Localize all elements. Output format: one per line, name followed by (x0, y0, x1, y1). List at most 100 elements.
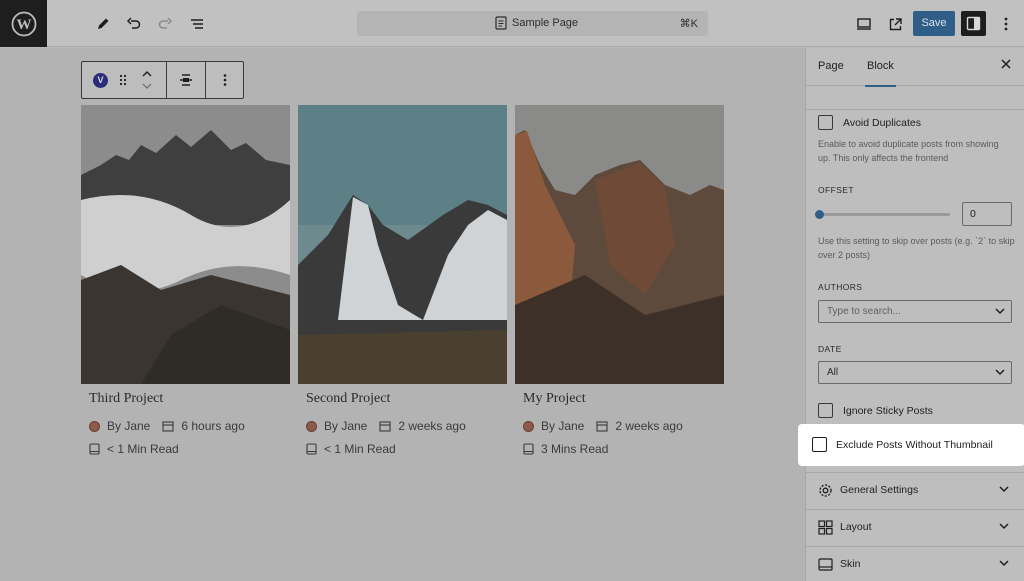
exclude-no-thumbnail-label: Exclude Posts Without Thumbnail (836, 439, 993, 451)
desktop-icon (857, 18, 871, 30)
preview-button[interactable] (851, 11, 877, 37)
book-icon (306, 443, 317, 455)
offset-help: Use this setting to skip over posts (e.g… (818, 236, 1015, 260)
post-date: 2 weeks ago (615, 419, 683, 433)
ignore-sticky-checkbox[interactable] (818, 403, 833, 418)
settings-sidebar: Page Block Avoid Duplicates Enable to av… (798, 48, 1024, 581)
drag-handle-icon[interactable] (119, 74, 127, 86)
block-type-badge[interactable]: V (93, 72, 108, 88)
chevron-down-icon (995, 369, 1005, 376)
post-thumbnail (298, 105, 507, 384)
post-author[interactable]: By Jane (324, 419, 367, 433)
panel-label: General Settings (840, 484, 919, 496)
post-author[interactable]: By Jane (107, 419, 150, 433)
more-vertical-icon (1004, 17, 1008, 31)
ignore-sticky-label: Ignore Sticky Posts (843, 405, 933, 417)
post-date: 2 weeks ago (398, 419, 466, 433)
exclude-thumbnail-option[interactable]: Exclude Posts Without Thumbnail (798, 424, 1024, 466)
align-button[interactable] (167, 62, 206, 98)
more-vertical-icon (223, 74, 226, 86)
skin-icon (818, 558, 833, 571)
document-title: Sample Page (512, 17, 579, 29)
post-read-row: < 1 Min Read (89, 442, 179, 456)
panel-skin[interactable]: Skin (806, 546, 1024, 581)
book-icon (523, 443, 534, 455)
page-icon (495, 16, 507, 30)
settings-sidebar-toggle[interactable] (961, 11, 986, 36)
authors-placeholder: Type to search... (827, 306, 901, 317)
redo-icon (158, 17, 173, 29)
post-title[interactable]: Second Project (306, 391, 390, 407)
block-options-button[interactable] (206, 62, 243, 98)
post-card[interactable]: Third Project By Jane 6 hours ago < 1 Mi… (81, 105, 290, 456)
avatar (89, 420, 100, 432)
exclude-no-thumbnail-checkbox[interactable] (812, 437, 827, 452)
post-author-row: By Jane 6 hours ago (89, 419, 245, 433)
editor-canvas: V Third Project By Jane 6 hours ago < 1 … (0, 48, 805, 581)
tab-page[interactable]: Page (818, 60, 844, 72)
close-sidebar-button[interactable] (1001, 57, 1011, 72)
document-overview-button[interactable] (184, 11, 210, 37)
offset-input[interactable]: 0 (962, 202, 1012, 226)
date-label: DATE (818, 344, 842, 354)
external-link-icon (889, 17, 902, 30)
undo-icon (126, 17, 141, 29)
chevron-down-icon (999, 486, 1009, 493)
sidebar-icon (966, 16, 981, 31)
document-title-bar[interactable]: Sample Page ⌘K (357, 11, 708, 36)
undo-button[interactable] (121, 11, 147, 37)
offset-slider-handle[interactable] (815, 210, 824, 219)
chevron-down-icon (995, 308, 1005, 315)
post-read-row: 3 Mins Read (523, 442, 608, 456)
panel-general-settings[interactable]: General Settings (806, 472, 1024, 509)
options-menu-button[interactable] (993, 11, 1019, 37)
command-shortcut: ⌘K (679, 18, 698, 30)
avatar (523, 420, 534, 432)
panel-layout[interactable]: Layout (806, 509, 1024, 546)
section-divider (806, 109, 1024, 110)
post-read-time: < 1 Min Read (324, 442, 396, 456)
pen-icon (98, 18, 109, 29)
tools-pen-button[interactable] (90, 11, 116, 37)
align-center-icon (180, 74, 192, 86)
avoid-duplicates-help: Enable to avoid duplicate posts from sho… (818, 139, 999, 163)
panel-label: Skin (840, 558, 861, 570)
panel-label: Layout (840, 521, 872, 533)
date-select[interactable]: All (818, 361, 1012, 384)
post-read-time: < 1 Min Read (107, 442, 179, 456)
post-author[interactable]: By Jane (541, 419, 584, 433)
post-author-row: By Jane 2 weeks ago (306, 419, 466, 433)
save-button[interactable]: Save (913, 11, 955, 36)
avatar (306, 420, 317, 432)
calendar-icon (596, 421, 608, 432)
editor-top-bar: W + Sample Page ⌘K (0, 0, 1024, 47)
block-mover-group: V (82, 62, 167, 98)
post-card[interactable]: My Project By Jane 2 weeks ago 3 Mins Re… (515, 105, 724, 456)
wordpress-logo[interactable]: W (0, 0, 47, 47)
post-title[interactable]: Third Project (89, 391, 163, 407)
post-read-row: < 1 Min Read (306, 442, 396, 456)
avoid-duplicates-label: Avoid Duplicates (843, 117, 922, 129)
sidebar-tabs: Page Block (806, 48, 1024, 87)
post-read-time: 3 Mins Read (541, 442, 609, 456)
tab-block[interactable]: Block (865, 60, 896, 87)
list-view-icon (191, 19, 203, 29)
view-page-button[interactable] (882, 11, 908, 37)
post-author-row: By Jane 2 weeks ago (523, 419, 683, 433)
authors-search-input[interactable]: Type to search... (818, 300, 1012, 323)
redo-button[interactable] (152, 11, 178, 37)
calendar-icon (379, 421, 391, 432)
date-selected: All (827, 367, 839, 378)
offset-slider-track[interactable] (823, 213, 950, 216)
gear-icon (819, 484, 832, 497)
post-thumbnail (515, 105, 724, 384)
post-title[interactable]: My Project (523, 391, 586, 407)
layout-grid-icon (818, 520, 833, 535)
post-card[interactable]: Second Project By Jane 2 weeks ago < 1 M… (298, 105, 507, 456)
move-up-down-icon[interactable] (141, 68, 153, 92)
offset-label: OFFSET (818, 185, 854, 195)
svg-text:W: W (16, 17, 31, 33)
close-icon (1001, 59, 1011, 69)
post-thumbnail (81, 105, 290, 384)
avoid-duplicates-checkbox[interactable] (818, 115, 833, 130)
